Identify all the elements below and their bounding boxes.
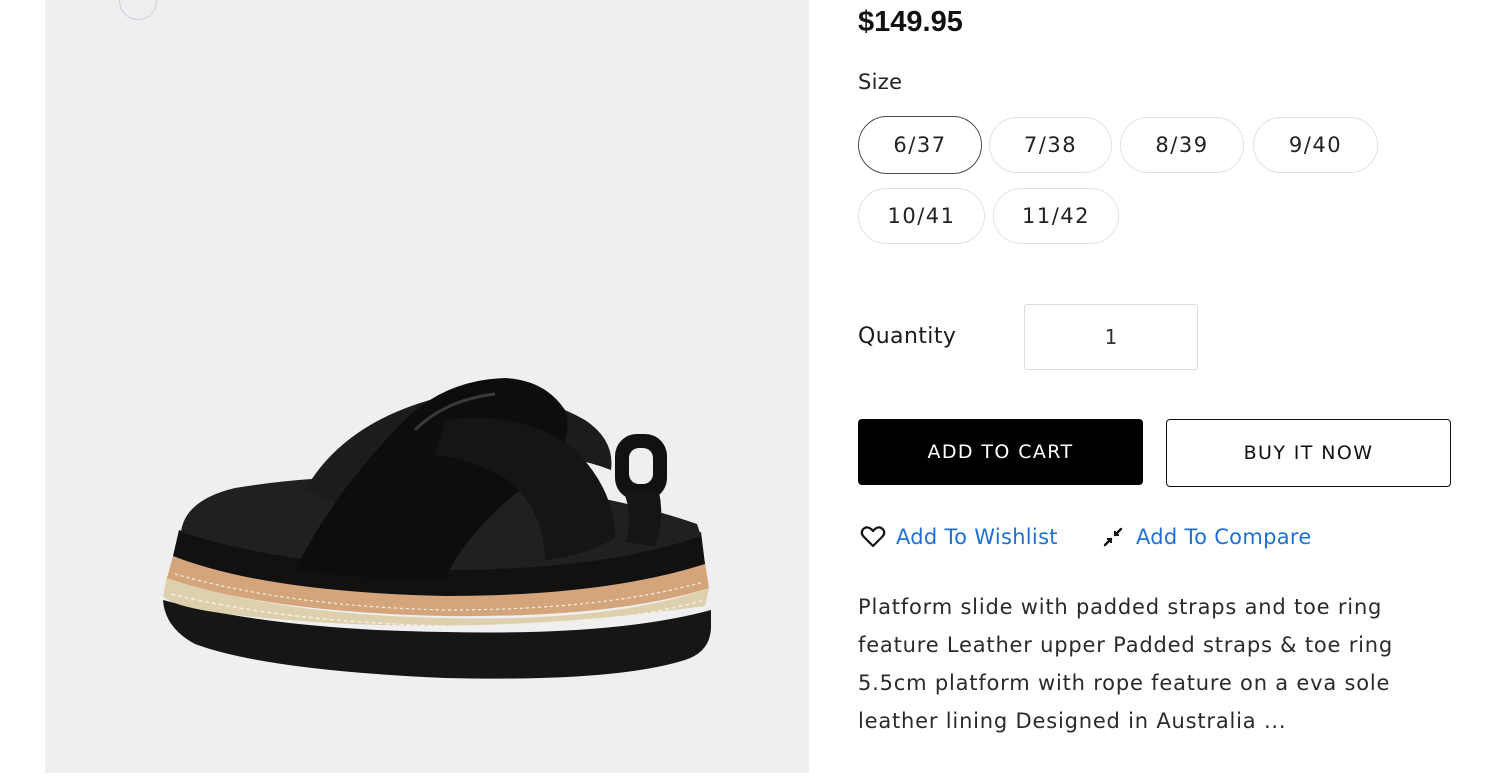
product-gallery [45, 0, 809, 773]
buy-it-now-button[interactable]: BUY IT NOW [1166, 419, 1451, 487]
size-option-6-37[interactable]: 6/37 [858, 116, 982, 174]
size-option-8-39[interactable]: 8/39 [1120, 117, 1244, 173]
gallery-prev-button[interactable] [119, 0, 157, 20]
add-to-cart-button[interactable]: ADD TO CART [858, 419, 1143, 485]
compare-arrows-icon [1098, 522, 1128, 552]
add-to-wishlist-link[interactable]: Add To Wishlist [858, 522, 1058, 552]
size-option-7-38[interactable]: 7/38 [989, 117, 1112, 173]
size-label: Size [858, 70, 903, 94]
quantity-input[interactable] [1024, 304, 1198, 370]
wishlist-label: Add To Wishlist [896, 525, 1058, 549]
size-option-9-40[interactable]: 9/40 [1253, 117, 1378, 173]
product-description: Platform slide with padded straps and to… [858, 595, 1394, 733]
size-option-11-42[interactable]: 11/42 [993, 188, 1119, 244]
size-option-10-41[interactable]: 10/41 [858, 188, 985, 244]
quantity-label: Quantity [858, 324, 957, 349]
product-image [163, 378, 711, 679]
product-price: $149.95 [858, 6, 963, 38]
compare-label: Add To Compare [1136, 525, 1312, 549]
heart-icon [858, 522, 888, 552]
add-to-compare-link[interactable]: Add To Compare [1098, 522, 1312, 552]
